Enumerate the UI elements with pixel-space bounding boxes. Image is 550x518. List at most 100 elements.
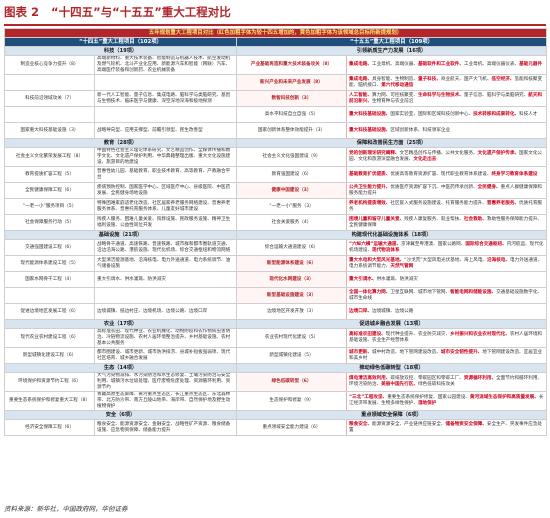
- right-desc-item: 终身学习教育体系建设: [491, 171, 538, 177]
- right-desc-item: “六纵六横”运输大通道、: [349, 241, 401, 247]
- project-left-name: 经济安全保障工程（6）: [4, 419, 95, 436]
- project-left-desc: [94, 287, 237, 304]
- project-left-name: 国家重大科技基础设施（3）: [4, 122, 95, 139]
- project-left-desc: 边境城镇、抵边村庄、边境机场、边境公路、边境口岸: [94, 303, 237, 320]
- project-right-name: 社会关爱服务（4）: [236, 214, 347, 231]
- right-desc-item: 区域创新体系、: [390, 127, 423, 133]
- right-desc-item: 重大引调水、: [349, 276, 377, 282]
- project-left-desc: 中国特色社会主义理论体系研究、文艺精品创作、全媒体传播和数字文化、文化遗产保护利…: [94, 147, 237, 167]
- right-desc-item: 国际综合交通枢纽、: [465, 241, 507, 247]
- right-desc-item: 生物制造、: [394, 76, 418, 82]
- section-right-title: 推动绿色低碳转型（18项）: [236, 363, 547, 373]
- project-right-desc: 高标准农田建设、现代种业提升、农业防灾减灾、乡村振兴和农业农村现代化、农村人居环…: [346, 328, 547, 348]
- project-left-name: 制造业核心竞争力提升（8）: [4, 55, 95, 75]
- right-desc-item: 城市更新、: [349, 349, 372, 355]
- column-header-row: “十四五”重大工程项目（102项） “十五五”重大工程项目（109项）: [4, 37, 547, 47]
- project-row: 环境保护和资源节约工程（6） 大气污染物减排、水污染防治和水生态修复、土壤污染防治…: [4, 372, 547, 392]
- right-desc-item: 资源循环利用、: [463, 376, 497, 381]
- right-desc-item: 可控核聚变、: [390, 92, 418, 98]
- project-left-name: 全民健康保障工程（6）: [4, 182, 95, 199]
- project-right-desc: 全国一体化算力网、卫星互联网、城市地下管网、智能电网和储能设施、交通基础设施数字…: [346, 287, 547, 304]
- right-desc-item: 人工智能、: [349, 92, 372, 98]
- right-desc-item: “沙戈荒”大型风电光伏基地、: [404, 257, 465, 263]
- right-desc-item: 国产大飞机、: [463, 76, 492, 82]
- section-left-title: 农业（17项）: [4, 319, 237, 329]
- project-left-desc: 普惠性幼儿园、基础教育、职业技术教育、高等教育、产教融合平台: [94, 166, 237, 183]
- right-desc-item: 美丽中国先行区、: [381, 382, 418, 387]
- right-desc-item: 残疾人康复服务、: [404, 216, 441, 222]
- right-desc-item: 现代职业教育体系建设、: [440, 171, 492, 177]
- right-desc-item: 内河航运、: [506, 241, 530, 247]
- project-row: 社会保障服务行动（5） 残疾人服务、困难儿童关爱、殡葬设施、民政服务设施、精神卫生…: [4, 214, 547, 231]
- project-row: 新型基础设施建设（3） 全国一体化算力网、卫星互联网、城市地下管网、智能电网和储能…: [4, 287, 547, 304]
- right-desc-item: 工业母机、: [463, 62, 487, 67]
- right-desc-item: 集成电路、: [349, 76, 372, 82]
- project-right-name: 高水平科技自立自强（5）: [236, 106, 347, 123]
- section-header-row: 科技（19项） 引领新质生产力发展（16项）: [4, 46, 547, 56]
- project-left-name: 社会保障服务行动（5）: [4, 214, 95, 231]
- right-desc-item: 文艺精品创作与传播、: [399, 151, 446, 156]
- right-desc-item: 安全生产、: [486, 421, 510, 427]
- project-right-name: 生态保护和修复（9）: [236, 391, 347, 411]
- project-row: 高水平科技自立自强（5） 重大科技基础设施、国家实验室、国际和区域科技创新中心、技…: [4, 106, 547, 123]
- project-right-name: 新型能源体系建设（6）: [236, 255, 347, 272]
- right-desc-item: 重大科技基础设施、: [349, 127, 391, 133]
- right-desc-item: 产业链供应链安全、: [404, 421, 446, 427]
- project-left-name: 重要生态系统保护和修复重大工程（8）: [4, 391, 95, 411]
- right-desc-item: 零碳园区和零碳工厂、: [417, 376, 464, 381]
- project-right-name: 数智科技创新（3）: [236, 90, 347, 107]
- right-desc-item: 现代种业提升、: [385, 332, 418, 337]
- project-right-name: 绿色低碳转型（6）: [236, 372, 347, 392]
- column-header-right: “十五五”重大工程项目（109项）: [236, 37, 547, 47]
- banner-text: 五年规划重大工程项目对比（红色加粗字体为较十四五增加的，黄色加粗字体为该领域总目…: [4, 28, 547, 38]
- right-desc-item: 沿海核电、: [487, 257, 510, 263]
- project-right-name: 综合运输大通道建设（6）: [236, 239, 347, 256]
- right-desc-item: 基础软件和工业软件、: [417, 62, 464, 67]
- right-desc-item: 地下管网建设改造、: [399, 349, 441, 355]
- project-right-desc: 集成电路、工业母机、高端仪器、基础软件和工业软件、工业母机、高端仪器仪表、基础元…: [346, 55, 547, 75]
- section-right-title: 重点领域安全保障（6项）: [236, 410, 547, 420]
- section-right-title: 保障和改善民生方面（25项）: [236, 138, 547, 148]
- section-header-row: 生态（14项） 推动绿色低碳转型（18项）: [4, 363, 547, 373]
- project-right-name: 重点领域安全能力建设（6）: [236, 419, 347, 436]
- right-desc-item: 交通基础设施数字化、: [496, 289, 543, 295]
- right-desc-item: 京津冀至粤港澳、: [400, 241, 438, 247]
- project-row: 国家重大科技基础设施（3） 战略导向型、应用支撑型、前瞻引领型、民生改善型 国家创新…: [4, 122, 547, 139]
- right-desc-item: 国家公园建设、: [437, 395, 470, 400]
- project-left-name: 交通强国建设工程（6）: [4, 239, 95, 256]
- project-left-name: 现代能源体系建设工程（5）: [4, 255, 95, 272]
- section-header-row: 教育（28项） 保障和改善民生方面（25项）: [4, 138, 547, 148]
- project-left-desc: 疾病预防控制、国家医学中心、区域医疗中心、县级医院、中医药发展、全民健身场地设施: [94, 182, 237, 199]
- right-desc-item: 全面节约和循环利用、: [496, 376, 543, 381]
- right-desc-item: 国家实验室、: [390, 111, 418, 117]
- right-desc-item: 社会救助、: [463, 216, 487, 222]
- source-note: 资料来源：新华社，中国政府网，华创证券: [4, 505, 128, 513]
- project-left-name: 现代农业农村建设工程（6）: [4, 328, 95, 348]
- project-left-name: [4, 287, 95, 304]
- right-desc-item: 农业生产经营体系: [371, 338, 409, 343]
- right-desc-item: 能源资源安全、: [371, 421, 405, 427]
- section-left-title: 基础设施（21项）: [4, 230, 237, 240]
- right-desc-item: 基础元器件: [519, 62, 543, 67]
- column-header-left: “十四五”重大工程项目（102项）: [4, 37, 237, 47]
- right-desc-item: 农业防灾减灾、: [417, 332, 451, 337]
- project-right-desc: 重大水电和大型风光基地、“沙戈荒”大型风电光伏基地、海上风电、沿海核电、电力外送…: [346, 255, 547, 272]
- project-row: 新型城镇化建设工程（6） 都市圈建设、城市更新、城市防洪排涝、县城补短板强弱项、现…: [4, 347, 547, 364]
- right-desc-item: 重大水电和大型风光基地、: [349, 257, 405, 263]
- right-desc-item: 算力网、: [371, 92, 391, 98]
- project-left-name: [4, 74, 95, 91]
- project-right-name: 现代化水网建设（3）: [236, 271, 347, 288]
- right-desc-item: 全国一体化算力网、: [349, 289, 391, 295]
- right-desc-item: 边境公路: [394, 308, 414, 314]
- right-desc-item: 生物育种与农业前沿: [371, 98, 414, 104]
- project-row: 全民健康保障工程（6） 疾病预防控制、国家医学中心、区域医疗中心、县级医院、中医药…: [4, 182, 547, 199]
- right-desc-item: 城市安全韧性提升、: [440, 349, 483, 355]
- project-right-name: 健康中国建设（3）: [236, 182, 347, 199]
- right-desc-item: 工业母机、: [371, 62, 395, 67]
- project-row: 现代能源体系建设工程（5） 大型清洁能源基地、沿海核电、电力外送通道、电力系统调节…: [4, 255, 547, 272]
- project-right-desc: 煤电清洁高效利用、碳排放双控、零碳园区和零碳工厂、资源循环利用、全面节约和循环利…: [346, 372, 547, 392]
- project-left-name: 新型城镇化建设工程（6）: [4, 347, 95, 364]
- project-right-name: 教育强国建设（6）: [236, 166, 347, 183]
- project-right-name: 社会主义文化强国建设（9）: [236, 147, 347, 167]
- right-desc-item: 文化和旅游深度融合发展、: [358, 157, 414, 162]
